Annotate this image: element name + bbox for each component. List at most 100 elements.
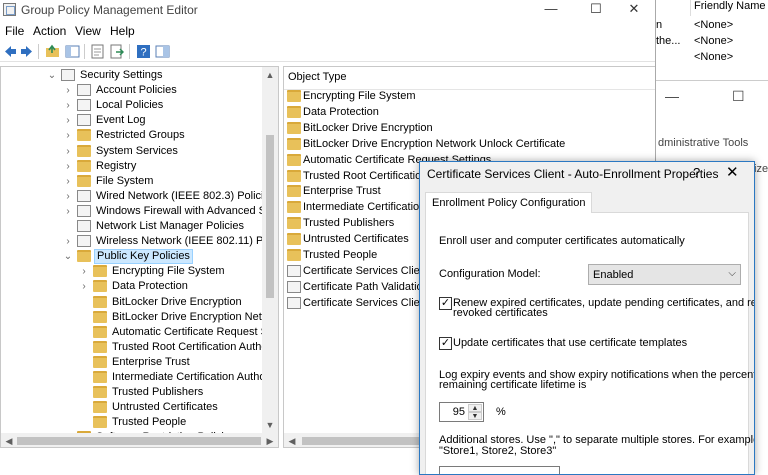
policy-icon [77,114,91,127]
export-list-icon[interactable] [109,44,124,59]
expiry-percentage-spinner[interactable]: 95 ▲ ▼ [439,402,484,422]
tree-item[interactable]: › Data Protection [1,279,263,294]
tree-item[interactable]: › Wireless Network (IEEE 802.11) Policie [1,234,278,249]
scroll-left-arrow[interactable]: ◀ [284,433,300,447]
help-icon[interactable]: ? [136,44,151,59]
menu-view[interactable]: View [75,24,101,38]
scroll-thumb[interactable] [302,437,420,445]
tree-item[interactable]: › System Services [1,144,263,159]
menu-action[interactable]: Action [33,24,66,38]
tree-item-label: Trusted People [112,416,187,429]
tab-enrollment-policy-configuration[interactable]: Enrollment Policy Configuration [425,192,593,213]
tree-item[interactable]: › Local Policies [1,98,263,113]
menu-file[interactable]: File [5,24,24,38]
list-item[interactable]: Encrypting File System [287,88,647,104]
tree-item[interactable]: › Registry [1,159,263,174]
dialog-close-button[interactable]: ✕ [726,163,739,181]
up-folder-icon[interactable] [45,44,60,59]
chevron-right-icon[interactable]: › [63,144,73,159]
folder-icon [93,416,107,429]
tree-item[interactable]: Enterprise Trust [1,355,263,370]
tree-item-label: Restricted Groups [96,129,185,142]
renew-expired-checkbox[interactable]: ✓ [439,297,452,310]
administrative-tools-label: dministrative Tools [658,137,749,149]
scroll-up-arrow[interactable]: ▲ [262,67,278,83]
tree-horizontal-scrollbar[interactable]: ◀ ▶ [1,433,278,447]
tree-item[interactable]: Automatic Certificate Request Set [1,325,277,340]
tree-item[interactable]: BitLocker Drive Encryption Netwo [1,310,276,325]
additional-stores-text-line2: "Store1, Store2, Store3" [439,445,557,457]
chevron-down-icon[interactable]: ⌄ [47,68,57,83]
chevron-right-icon[interactable]: › [63,98,73,113]
folder-icon [287,105,301,118]
chevron-right-icon[interactable]: › [63,189,73,204]
scroll-right-arrow[interactable]: ▶ [262,433,278,447]
tree-item[interactable]: › Wired Network (IEEE 802.3) Policies [1,189,275,204]
scroll-thumb[interactable] [266,135,274,298]
list-item[interactable]: Data Protection [287,104,647,120]
spinner-down-arrow[interactable]: ▼ [468,412,482,420]
tree-item[interactable]: Trusted People [1,415,263,430]
expiry-text-line2: remaining certificate lifetime is [439,379,587,391]
tree-item[interactable]: Network List Manager Policies [1,219,263,234]
tree-item[interactable]: › Restricted Groups [1,128,263,143]
tree-item-label: File System [96,174,154,187]
tree-item-label: Encrypting File System [112,265,225,278]
tree-item[interactable]: › Account Policies [1,83,263,98]
tree-item[interactable]: › File System [1,174,263,189]
scroll-down-arrow[interactable]: ▼ [262,417,278,433]
chevron-right-icon[interactable]: › [79,279,89,294]
chevron-right-icon[interactable]: › [63,128,73,143]
show-pane-icon[interactable] [155,44,170,59]
scroll-left-arrow[interactable]: ◀ [1,433,17,447]
tree-item[interactable]: ⌄ Public Key Policies [1,249,263,265]
bg-minimize-button[interactable]: — [665,88,679,104]
app-icon [3,3,16,16]
list-item[interactable]: BitLocker Drive Encryption Network Unloc… [287,136,647,152]
folder-icon [77,129,91,142]
tree-item[interactable]: Intermediate Certification Authori [1,370,272,385]
back-icon[interactable] [3,44,18,59]
show-hide-tree-icon[interactable] [65,44,80,59]
tree-item-label: BitLocker Drive Encryption [112,295,242,308]
folder-icon [287,169,301,182]
update-templates-checkbox[interactable]: ✓ [439,337,452,350]
additional-stores-input[interactable] [439,466,560,474]
configuration-model-label: Configuration Model: [439,268,541,280]
tree-item[interactable]: BitLocker Drive Encryption [1,295,263,310]
tree-item[interactable]: › Windows Firewall with Advanced Secu [1,204,278,219]
tree-item[interactable]: Untrusted Certificates [1,400,263,415]
bg-maximize-button[interactable]: ☐ [732,88,745,105]
folder-icon [287,137,301,150]
folder-icon [77,144,91,157]
chevron-right-icon[interactable]: › [79,264,89,279]
close-button[interactable]: ✕ [612,0,655,20]
chevron-right-icon[interactable]: › [63,83,73,98]
chevron-right-icon[interactable]: › [63,234,73,249]
chevron-right-icon[interactable]: › [63,204,73,219]
object-type-column-header[interactable]: Object Type [288,71,347,83]
friendly-name-header[interactable]: Friendly Name [694,0,766,12]
configuration-model-select[interactable]: Enabled ⌵ [588,264,741,285]
tree-item[interactable]: › Encrypting File System [1,264,263,279]
chevron-right-icon[interactable]: › [63,174,73,189]
forward-icon[interactable] [19,44,34,59]
dialog-help-button[interactable]: ? [693,165,700,180]
tree-item[interactable]: Trusted Root Certification Authori [1,340,274,355]
tree-item[interactable]: ⌄ Security Settings [1,68,263,83]
menu-help[interactable]: Help [110,24,135,38]
folder-icon [93,355,107,368]
folder-icon [93,401,107,414]
chevron-right-icon[interactable]: › [63,113,73,128]
minimize-button[interactable]: — [529,0,573,20]
list-item-label: Trusted Publishers [303,217,395,230]
chevron-down-icon[interactable]: ⌄ [63,249,73,264]
spinner-up-arrow[interactable]: ▲ [468,404,482,412]
list-item[interactable]: BitLocker Drive Encryption [287,120,647,136]
properties-icon[interactable] [90,44,105,59]
tree-item[interactable]: Trusted Publishers [1,385,263,400]
tree-vertical-scrollbar[interactable]: ▲ ▼ [262,67,278,433]
scroll-thumb[interactable] [17,437,261,445]
chevron-right-icon[interactable]: › [63,159,73,174]
tree-item[interactable]: › Event Log [1,113,263,128]
